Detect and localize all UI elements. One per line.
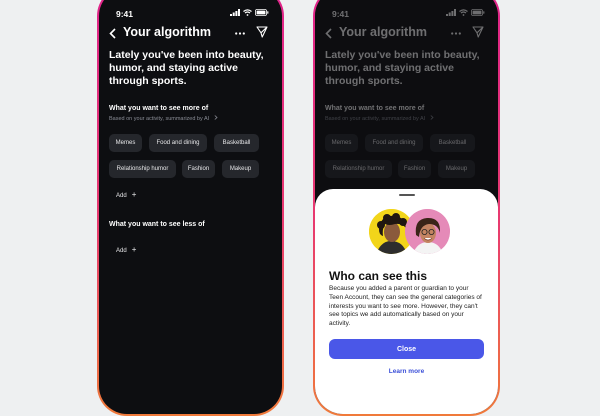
add-label: Add — [116, 248, 127, 254]
share-button[interactable] — [256, 25, 268, 43]
more-section-title: What you want to see more of — [109, 105, 209, 112]
learn-more-link[interactable]: Learn more — [315, 368, 498, 375]
interest-chip[interactable]: Food and dining — [149, 134, 207, 152]
battery-icon — [255, 9, 269, 16]
phone-left: 9:41 Your algorithm Lately you've been i… — [97, 0, 284, 416]
back-chevron-icon — [109, 28, 116, 39]
add-less-button[interactable]: Add + — [116, 245, 136, 254]
plus-icon: + — [131, 245, 137, 254]
more-section-subtitle-text: Based on your activity, summarized by AI — [109, 116, 210, 122]
more-section-subtitle[interactable]: Based on your activity, summarized by AI — [109, 115, 218, 122]
sheet-title: Who can see this — [329, 269, 428, 283]
screen-left: 9:41 Your algorithm Lately you've been i… — [99, 0, 282, 414]
wifi-icon — [243, 9, 252, 16]
interest-chip[interactable]: Relationship humor — [109, 160, 176, 178]
header: Your algorithm — [99, 22, 282, 44]
screen-right: 9:41 Your algorithm Lately you've been i… — [315, 0, 498, 414]
send-icon — [256, 26, 268, 38]
status-icons — [230, 9, 269, 16]
plus-icon: + — [131, 190, 137, 199]
status-time: 9:41 — [116, 9, 134, 19]
add-more-button[interactable]: Add + — [116, 190, 136, 199]
headline: Lately you've been into beauty, humor, a… — [109, 49, 264, 87]
page-title: Your algorithm — [123, 25, 211, 39]
interest-chip[interactable]: Fashion — [182, 160, 215, 178]
close-button[interactable]: Close — [329, 339, 484, 359]
chevron-right-icon — [214, 115, 218, 120]
avatar — [405, 209, 450, 254]
more-options-button[interactable] — [235, 24, 245, 38]
less-section-title: What you want to see less of — [109, 221, 205, 228]
sheet-body: Because you added a parent or guardian t… — [329, 285, 482, 328]
sheet-drag-handle[interactable] — [398, 194, 415, 196]
add-label: Add — [116, 193, 127, 199]
who-can-see-sheet: Who can see this Because you added a par… — [315, 189, 498, 414]
interest-chip[interactable]: Memes — [109, 134, 142, 152]
status-bar: 9:41 — [99, 9, 282, 21]
more-dots-icon — [235, 32, 245, 35]
parent-avatar-illustration — [405, 209, 450, 254]
signal-icon — [230, 9, 240, 16]
interest-chip[interactable]: Makeup — [222, 160, 259, 178]
phone-right: 9:41 Your algorithm Lately you've been i… — [313, 0, 500, 416]
interest-chip[interactable]: Basketball — [214, 134, 259, 152]
back-button[interactable] — [109, 26, 116, 44]
